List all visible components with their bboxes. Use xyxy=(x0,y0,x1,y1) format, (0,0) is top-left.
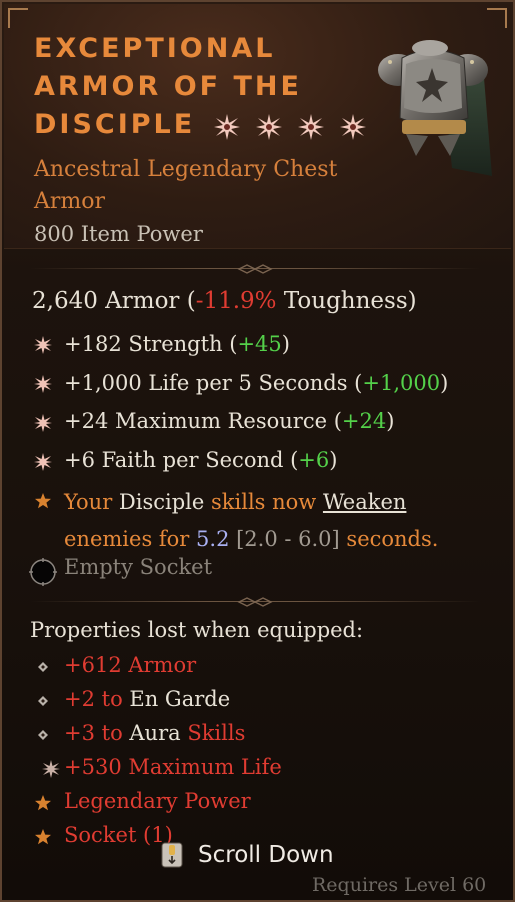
item-title-line: DISCIPLE xyxy=(34,106,374,145)
affix-row: +182 Strength (+45) xyxy=(64,332,290,356)
affix-bullet-icon xyxy=(42,760,60,778)
star-burst-icon xyxy=(297,113,324,140)
affix-bullet-icon xyxy=(34,453,52,471)
item-title-line: EXCEPTIONAL xyxy=(34,33,276,64)
empty-socket-icon xyxy=(29,558,57,586)
item-header: EXCEPTIONAL ARMOR OF THE DISCIPLE Ancest… xyxy=(4,4,511,249)
lost-property-row: Legendary Power xyxy=(64,789,251,813)
legendary-power-text: Your Disciple skills now Weaken enemies … xyxy=(64,490,439,551)
item-power: 800 Item Power xyxy=(34,222,203,246)
lost-property-row: +530 Maximum Life xyxy=(64,755,282,779)
corner-ornament xyxy=(8,8,28,28)
item-tooltip: EXCEPTIONAL ARMOR OF THE DISCIPLE Ancest… xyxy=(0,0,515,902)
greater-affix-stars xyxy=(213,107,382,145)
armor-value: 2,640 Armor (-11.9% Toughness) xyxy=(32,288,417,314)
level-requirement: Requires Level 60 xyxy=(312,874,487,896)
corner-ornament xyxy=(487,8,507,28)
star-burst-icon xyxy=(213,113,240,140)
lost-property-row: Socket (1) xyxy=(64,823,173,847)
toughness-delta: -11.9% xyxy=(195,288,277,314)
diamond-bullet-icon xyxy=(38,730,48,740)
affix-row: +24 Maximum Resource (+24) xyxy=(64,409,395,433)
lost-property-row: +2 to En Garde xyxy=(64,687,231,711)
star-burst-icon xyxy=(255,113,282,140)
lost-property-row: +3 to Aura Skills xyxy=(64,721,246,745)
empty-socket-label: Empty Socket xyxy=(64,555,213,579)
affix-bullet-icon xyxy=(34,414,52,432)
lost-properties-title: Properties lost when equipped: xyxy=(30,618,364,642)
scroll-down-label: Scroll Down xyxy=(198,842,334,868)
mouse-scroll-icon xyxy=(161,842,183,868)
scroll-down-prompt[interactable]: Scroll Down xyxy=(160,842,334,868)
legendary-star-icon xyxy=(35,493,51,509)
section-divider xyxy=(30,264,480,274)
star-burst-icon xyxy=(339,113,366,140)
item-title-line: ARMOR OF THE xyxy=(34,71,302,102)
affix-bullet-icon xyxy=(34,336,52,354)
chest-armor-image xyxy=(378,40,492,176)
weaken-keyword[interactable]: Weaken xyxy=(323,490,407,514)
diamond-bullet-icon xyxy=(38,696,48,706)
affix-bullet-icon xyxy=(34,375,52,393)
item-type: Ancestral Legendary Chest Armor xyxy=(34,157,338,214)
section-divider xyxy=(30,597,480,607)
legendary-star-icon xyxy=(35,795,51,811)
diamond-bullet-icon xyxy=(38,662,48,672)
lost-property-row: +612 Armor xyxy=(64,653,197,677)
affix-row: +6 Faith per Second (+6) xyxy=(64,448,338,472)
item-title: EXCEPTIONAL ARMOR OF THE DISCIPLE xyxy=(34,30,374,145)
legendary-star-icon xyxy=(35,829,51,845)
affix-row: +1,000 Life per 5 Seconds (+1,000) xyxy=(64,371,449,395)
